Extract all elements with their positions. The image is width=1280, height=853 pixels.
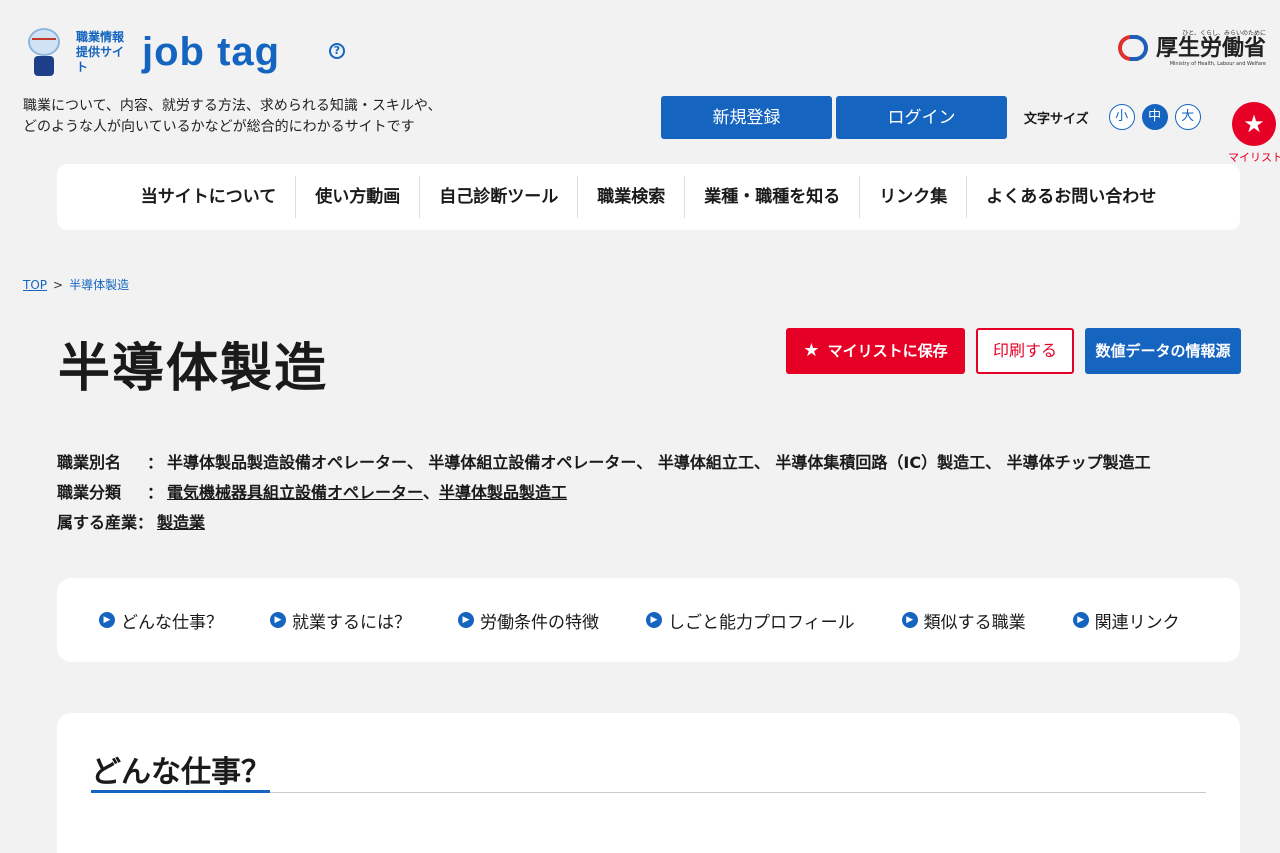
ministry-en-name: Ministry of Health, Labour and Welfare — [1169, 61, 1266, 67]
save-to-mylist-button[interactable]: ★ マイリストに保存 — [786, 328, 965, 374]
page-title: 半導体製造 — [58, 339, 329, 399]
meta-key: 職業別名 — [57, 453, 122, 472]
chevron-right-icon: ▶ — [270, 612, 286, 628]
mylist-star-button[interactable]: ★ — [1232, 102, 1276, 146]
job-meta: 職業別名 ： 半導体製品製造設備オペレーター、 半導体組立設備オペレーター、 半… — [57, 448, 1151, 538]
anchor-label: 就業するには？ — [292, 612, 411, 633]
star-icon: ★ — [1243, 110, 1265, 138]
nav-item-self-diagnosis[interactable]: 自己診断ツール — [419, 176, 577, 218]
anchor-label: 関連リンク — [1094, 612, 1180, 633]
what-job-section: どんな仕事？ — [57, 713, 1240, 853]
chevron-right-icon: ▶ — [1072, 612, 1089, 628]
font-size-medium-button[interactable]: 中 — [1141, 104, 1168, 130]
chevron-right-icon: ▶ — [646, 612, 662, 628]
font-size-label: 文字サイズ — [1024, 111, 1089, 127]
ministry-name: 厚生労働省 — [1155, 36, 1266, 61]
ministry-mark-icon — [1116, 31, 1150, 65]
save-label: マイリストに保存 — [827, 342, 948, 360]
font-size-switcher: 文字サイズ 小 中 大 — [1024, 104, 1208, 130]
nav-item-about[interactable]: 当サイトについて — [122, 176, 296, 218]
meta-comma: 、 — [423, 483, 440, 502]
chevron-right-icon: ▶ — [458, 612, 474, 628]
section-anchor-nav: ▶ どんな仕事？ ▶ 就業するには？ ▶ 労働条件の特徴 ▶ しごと能力プロフィール ▶… — [57, 578, 1240, 662]
anchor-conditions[interactable]: ▶ 労働条件の特徴 — [458, 608, 599, 633]
nav-item-job-search[interactable]: 職業検索 — [577, 176, 684, 218]
nav-item-industries[interactable]: 業種・職種を知る — [684, 176, 859, 218]
nav-item-faq[interactable]: よくあるお問い合わせ — [966, 176, 1175, 218]
meta-key: 職業分類 — [57, 483, 122, 502]
category-link[interactable]: 半導体製品製造工 — [439, 478, 567, 508]
font-size-large-button[interactable]: 大 — [1174, 104, 1201, 130]
anchor-label: 類似する職業 — [923, 612, 1026, 633]
anchor-label: どんな仕事？ — [121, 612, 223, 633]
breadcrumb-separator: > — [53, 278, 64, 292]
print-button[interactable]: 印刷する — [976, 328, 1074, 374]
breadcrumb-current: 半導体製造 — [69, 278, 130, 292]
tagline-line: 職業について、内容、就労する方法、求められる知識・スキルや、 — [23, 98, 442, 114]
font-size-small-button[interactable]: 小 — [1108, 104, 1135, 130]
anchor-label: 労働条件の特徴 — [480, 612, 599, 633]
meta-separator: ： — [147, 453, 164, 472]
mylist-label[interactable]: マイリスト — [1228, 149, 1280, 165]
section-title: どんな仕事？ — [91, 755, 271, 790]
mascot-icon — [24, 26, 64, 78]
category-link[interactable]: 電気機械器具組立設備オペレーター — [167, 478, 423, 508]
site-logo[interactable]: 職業情報提供サイト job tag — [24, 26, 280, 78]
meta-key: 属する産業 — [57, 513, 138, 532]
anchor-what-job[interactable]: ▶ どんな仕事？ — [99, 608, 223, 633]
anchor-ability-profile[interactable]: ▶ しごと能力プロフィール — [646, 608, 855, 633]
meta-row-category: 職業分類 ： 電気機械器具組立設備オペレーター、半導体製品製造工 — [57, 478, 1151, 508]
meta-row-industry: 属する産業：製造業 — [57, 508, 1151, 538]
nav-item-links[interactable]: リンク集 — [859, 176, 966, 218]
tagline-line: どのような人が向いているかなどが総合的にわかるサイトです — [23, 119, 415, 135]
chevron-right-icon: ▶ — [99, 612, 115, 628]
question-circle-icon[interactable]: ? — [329, 43, 345, 59]
anchor-similar-jobs[interactable]: ▶ 類似する職業 — [901, 608, 1026, 633]
brand-name: job tag — [142, 29, 281, 74]
site-tagline: 職業について、内容、就労する方法、求められる知識・スキルや、 どのような人が向い… — [23, 96, 463, 138]
ministry-logo[interactable]: ひと、くらし、みらいのために 厚生労働省 Ministry of Health,… — [1116, 28, 1266, 67]
data-source-button[interactable]: 数値データの情報源 — [1085, 328, 1241, 374]
site-label: 職業情報提供サイト — [76, 29, 125, 74]
industry-link[interactable]: 製造業 — [157, 508, 205, 538]
main-nav: 当サイトについて 使い方動画 自己診断ツール 職業検索 業種・職種を知る リンク… — [57, 164, 1240, 230]
anchor-how-to-work[interactable]: ▶ 就業するには？ — [270, 608, 411, 633]
meta-alias-value: 半導体製品製造設備オペレーター、 半導体組立設備オペレーター、 半導体組立工、 … — [167, 453, 1151, 472]
login-button[interactable]: ログイン — [836, 96, 1007, 139]
chevron-right-icon: ▶ — [901, 612, 918, 628]
meta-separator: ： — [147, 483, 164, 502]
breadcrumb: TOP > 半導体製造 — [23, 276, 129, 293]
section-divider-accent — [91, 790, 270, 793]
nav-item-videos[interactable]: 使い方動画 — [295, 176, 419, 218]
anchor-label: しごと能力プロフィール — [668, 612, 855, 633]
meta-separator: ： — [137, 513, 154, 532]
anchor-related-links[interactable]: ▶ 関連リンク — [1072, 608, 1180, 633]
register-button[interactable]: 新規登録 — [661, 96, 832, 139]
meta-row-alias: 職業別名 ： 半導体製品製造設備オペレーター、 半導体組立設備オペレーター、 半… — [57, 448, 1151, 478]
breadcrumb-top-link[interactable]: TOP — [23, 278, 47, 292]
star-icon: ★ — [803, 340, 820, 361]
